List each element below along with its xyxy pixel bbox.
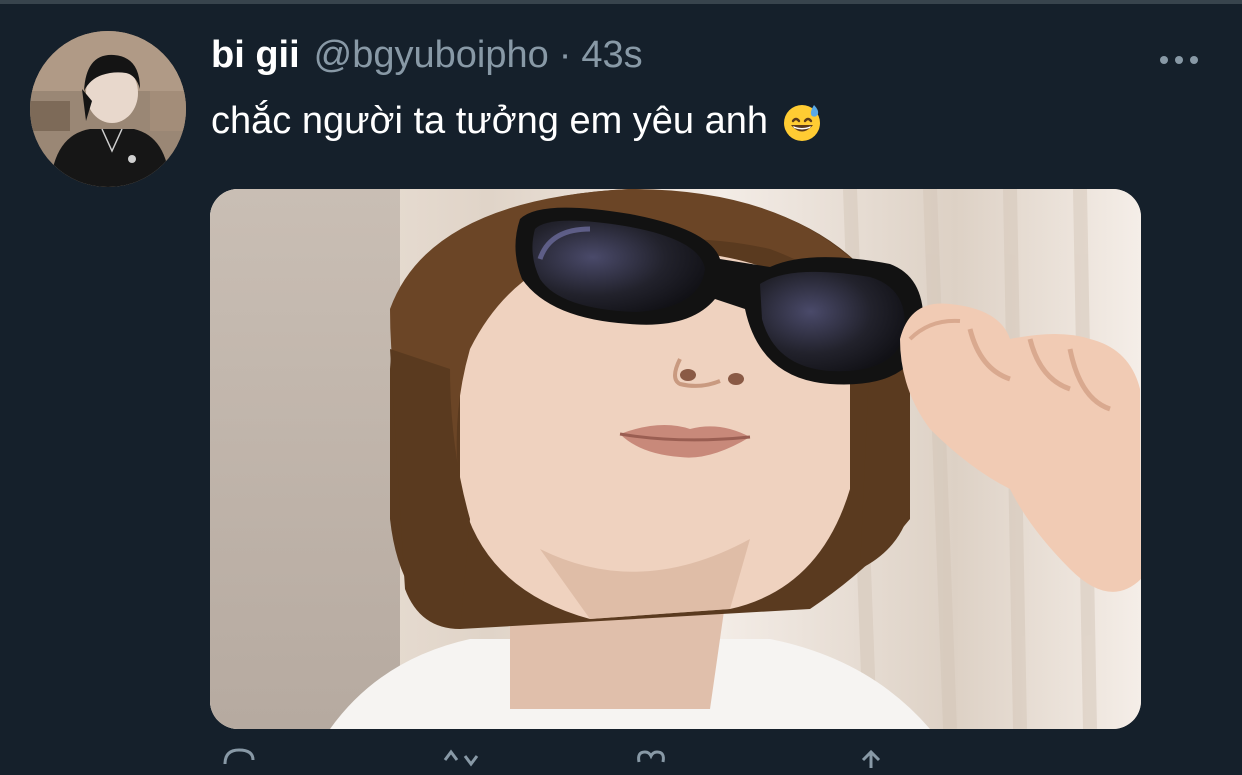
retweet-icon bbox=[443, 749, 479, 767]
tweet-text-container: chắc người ta tưởng em yêu anh bbox=[211, 100, 822, 143]
user-handle[interactable]: @bgyuboipho bbox=[314, 34, 549, 77]
separator-dot: · bbox=[558, 34, 572, 76]
more-options-button[interactable] bbox=[1152, 44, 1206, 76]
display-name[interactable]: bi gii bbox=[211, 34, 300, 77]
share-icon bbox=[861, 749, 881, 768]
grinning-face-with-sweat-icon bbox=[784, 104, 821, 141]
avatar[interactable] bbox=[30, 31, 186, 187]
tweet-image[interactable] bbox=[210, 189, 1141, 729]
tweet-photo bbox=[210, 189, 1141, 729]
like-icon bbox=[637, 750, 665, 763]
retweet-button[interactable] bbox=[441, 746, 481, 770]
like-button[interactable] bbox=[631, 746, 671, 770]
more-horizontal-icon bbox=[1160, 56, 1198, 64]
reply-button[interactable] bbox=[219, 746, 259, 770]
tweet[interactable]: bi gii @bgyuboipho · 43s chắc người ta t… bbox=[0, 4, 1242, 768]
tweet-header: bi gii @bgyuboipho · 43s bbox=[211, 34, 643, 84]
tweet-actions bbox=[211, 746, 1111, 768]
timestamp[interactable]: 43s bbox=[581, 34, 642, 77]
avatar-photo bbox=[30, 31, 186, 187]
share-button[interactable] bbox=[851, 746, 891, 770]
tweet-text: chắc người ta tưởng em yêu anh bbox=[211, 100, 769, 142]
reply-icon bbox=[223, 748, 255, 765]
